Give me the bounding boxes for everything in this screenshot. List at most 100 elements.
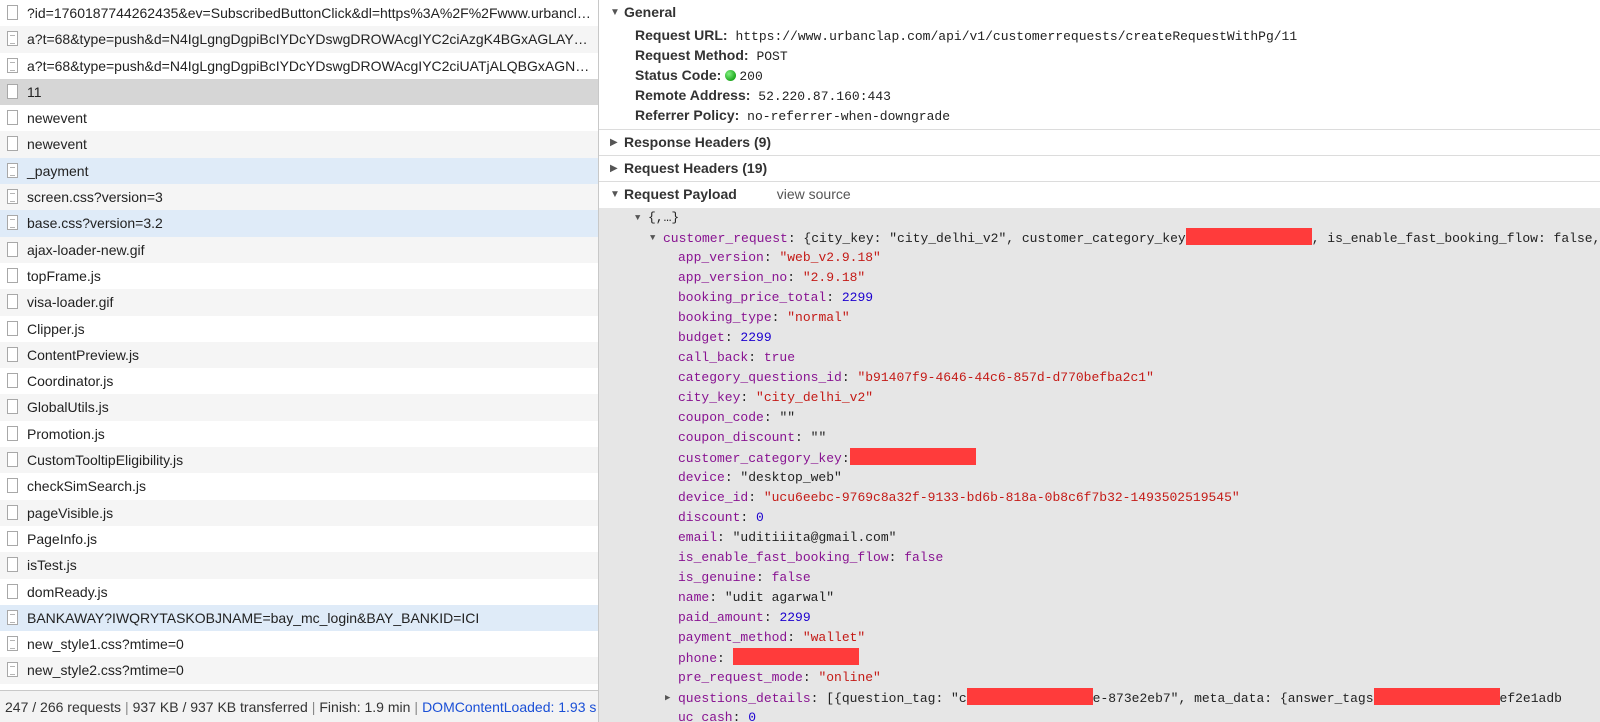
questions-details-key: questions_details bbox=[678, 691, 811, 706]
request-row[interactable]: Clipper.js bbox=[0, 316, 598, 342]
document-icon bbox=[7, 399, 18, 415]
request-name: isTest.js bbox=[27, 557, 77, 574]
script-file-icon bbox=[7, 636, 18, 652]
request-row[interactable]: ajax-loader-new.gif bbox=[0, 236, 598, 263]
request-count: 247 / 266 requests bbox=[5, 699, 121, 715]
network-status-bar: 247 / 266 requests | 937 KB / 937 KB trans… bbox=[0, 690, 598, 722]
request-row[interactable]: 11 bbox=[0, 78, 598, 106]
document-icon bbox=[7, 241, 18, 257]
payload-field-key: pre_request_mode bbox=[678, 670, 803, 685]
payload-field-key: device bbox=[678, 470, 725, 485]
request-name: newevent bbox=[27, 110, 87, 127]
request-row[interactable]: new_style2.css?mtime=0 bbox=[0, 657, 598, 684]
request-method-value: POST bbox=[756, 49, 788, 64]
request-name: _payment bbox=[27, 162, 89, 179]
request-row[interactable]: newevent bbox=[0, 105, 598, 131]
payload-field-key: booking_price_total bbox=[678, 290, 827, 305]
request-row[interactable]: domReady.js bbox=[0, 579, 598, 605]
request-row[interactable]: checkSimSearch.js bbox=[0, 473, 598, 499]
payload-field-row: customer_category_key: bbox=[599, 448, 1600, 468]
request-name: domReady.js bbox=[27, 583, 108, 600]
request-row[interactable]: a?t=68&type=push&d=N4IgLgngDgpiBcIYDcYDs… bbox=[0, 53, 598, 79]
payload-field-row: device_id: "ucu6eebc-9769c8a32f-9133-bd6… bbox=[599, 488, 1600, 508]
script-file-icon bbox=[7, 609, 18, 625]
response-headers-section-header[interactable]: ▶ Response Headers (9) bbox=[599, 129, 1600, 155]
document-icon bbox=[7, 478, 18, 494]
payload-field-row: email: "uditiiita@gmail.com" bbox=[599, 528, 1600, 548]
request-row[interactable]: ?id=1760187744262435&ev=SubscribedButton… bbox=[0, 0, 598, 26]
request-row[interactable]: newevent bbox=[0, 131, 598, 158]
questions-details-node[interactable]: ▶ questions_details: [{question_tag: "c e… bbox=[599, 688, 1600, 708]
payload-field-value: 2299 bbox=[779, 610, 811, 625]
request-name: ContentPreview.js bbox=[27, 346, 140, 363]
payload-field-key: discount bbox=[678, 510, 741, 525]
payload-field-row: booking_price_total: 2299 bbox=[599, 288, 1600, 308]
document-icon bbox=[7, 110, 18, 126]
request-row[interactable]: a?t=68&type=push&d=N4IgLgngDgpiBcIYDcYDs… bbox=[0, 26, 598, 53]
customer-request-preview-rest: , is_enable_fast_booking_flow: false, is… bbox=[1311, 231, 1600, 246]
payload-field-key: booking_type bbox=[678, 310, 772, 325]
payload-field-value: "ucu6eebc-9769c8a32f-9133-bd6b-818a-0b8c… bbox=[763, 490, 1240, 505]
payload-field-key: coupon_discount bbox=[678, 430, 796, 445]
request-row[interactable]: isTest.js bbox=[0, 552, 598, 579]
payload-field-key: app_version bbox=[678, 250, 764, 265]
payload-field-colon: : bbox=[841, 451, 850, 466]
request-row[interactable]: ContentPreview.js bbox=[0, 341, 598, 369]
request-row[interactable]: Coordinator.js bbox=[0, 368, 598, 394]
customer-request-node[interactable]: ▼ customer_request: {city_key: "city_del… bbox=[599, 228, 1600, 248]
collapsed-triangle-icon: ▶ bbox=[610, 163, 618, 174]
request-list: ?id=1760187744262435&ev=SubscribedButton… bbox=[0, 0, 598, 688]
view-source-link[interactable]: view source bbox=[777, 186, 851, 202]
request-payload-section-header[interactable]: ▼ Request Payload view source bbox=[599, 181, 1600, 207]
request-row[interactable]: pageVisible.js bbox=[0, 499, 598, 526]
status-separator: | bbox=[414, 699, 419, 715]
payload-field-colon: : bbox=[748, 350, 764, 365]
request-row[interactable]: BANKAWAY?IWQRYTASKOBJNAME=bay_mc_login&B… bbox=[0, 604, 598, 632]
payload-field-key: email bbox=[678, 530, 718, 545]
payload-field-colon: : bbox=[802, 670, 819, 685]
request-row[interactable]: PageInfo.js bbox=[0, 526, 598, 552]
remote-address-row: Remote Address: 52.220.87.160:443 bbox=[599, 85, 1600, 105]
general-section-header[interactable]: ▼ General bbox=[599, 0, 1600, 25]
script-file-icon bbox=[7, 162, 18, 178]
request-row[interactable]: screen.css?version=3 bbox=[0, 184, 598, 211]
payload-field-key: coupon_code bbox=[678, 410, 764, 425]
payload-field-colon: : bbox=[724, 470, 741, 485]
payload-field-key: customer_category_key bbox=[678, 451, 842, 466]
payload-field-row: coupon_code: "" bbox=[599, 408, 1600, 428]
script-file-icon bbox=[7, 189, 18, 205]
payload-root-node[interactable]: ▼ {,…} bbox=[599, 208, 1600, 228]
request-payload-title: Request Payload bbox=[624, 186, 737, 202]
payload-field-row: booking_type: "normal" bbox=[599, 308, 1600, 328]
request-row[interactable]: Promotion.js bbox=[0, 421, 598, 447]
status-separator: | bbox=[124, 699, 129, 715]
payload-field-row: pre_request_mode: "online" bbox=[599, 668, 1600, 688]
expanded-triangle-icon: ▼ bbox=[650, 233, 656, 243]
request-row[interactable]: CustomTooltipEligibility.js bbox=[0, 447, 598, 474]
questions-details-preview: : [{question_tag: "c bbox=[810, 691, 967, 706]
payload-field-row: uc_cash: 0 bbox=[599, 708, 1600, 722]
request-row[interactable]: topFrame.js bbox=[0, 263, 598, 289]
finish-time: Finish: 1.9 min bbox=[319, 699, 411, 715]
request-row[interactable]: visa-loader.gif bbox=[0, 289, 598, 316]
status-ok-dot-icon bbox=[725, 70, 737, 81]
payload-field-row: category_questions_id: "b91407f9-4646-44… bbox=[599, 368, 1600, 388]
request-row[interactable]: new_style1.css?mtime=0 bbox=[0, 631, 598, 657]
request-headers-section-header[interactable]: ▶ Request Headers (19) bbox=[599, 155, 1600, 181]
request-name: checkSimSearch.js bbox=[27, 478, 147, 495]
payload-field-value: "online" bbox=[818, 670, 881, 685]
request-headers-title: Request Headers (19) bbox=[624, 160, 768, 176]
payload-field-value: false bbox=[904, 550, 944, 565]
payload-field-value: "2.9.18" bbox=[802, 270, 866, 285]
script-file-icon bbox=[7, 662, 18, 678]
payload-field-colon: : bbox=[756, 570, 772, 585]
request-row[interactable]: _payment bbox=[0, 157, 598, 185]
payload-field-value: 0 bbox=[748, 710, 757, 722]
collapsed-triangle-icon: ▶ bbox=[610, 137, 618, 148]
request-row[interactable]: GlobalUtils.js bbox=[0, 394, 598, 421]
payload-field-value: false bbox=[771, 570, 811, 585]
payload-field-key: phone bbox=[678, 651, 718, 666]
script-file-icon bbox=[7, 215, 18, 231]
payload-field-colon: : bbox=[724, 330, 741, 345]
request-row[interactable]: base.css?version=3.2 bbox=[0, 210, 598, 237]
